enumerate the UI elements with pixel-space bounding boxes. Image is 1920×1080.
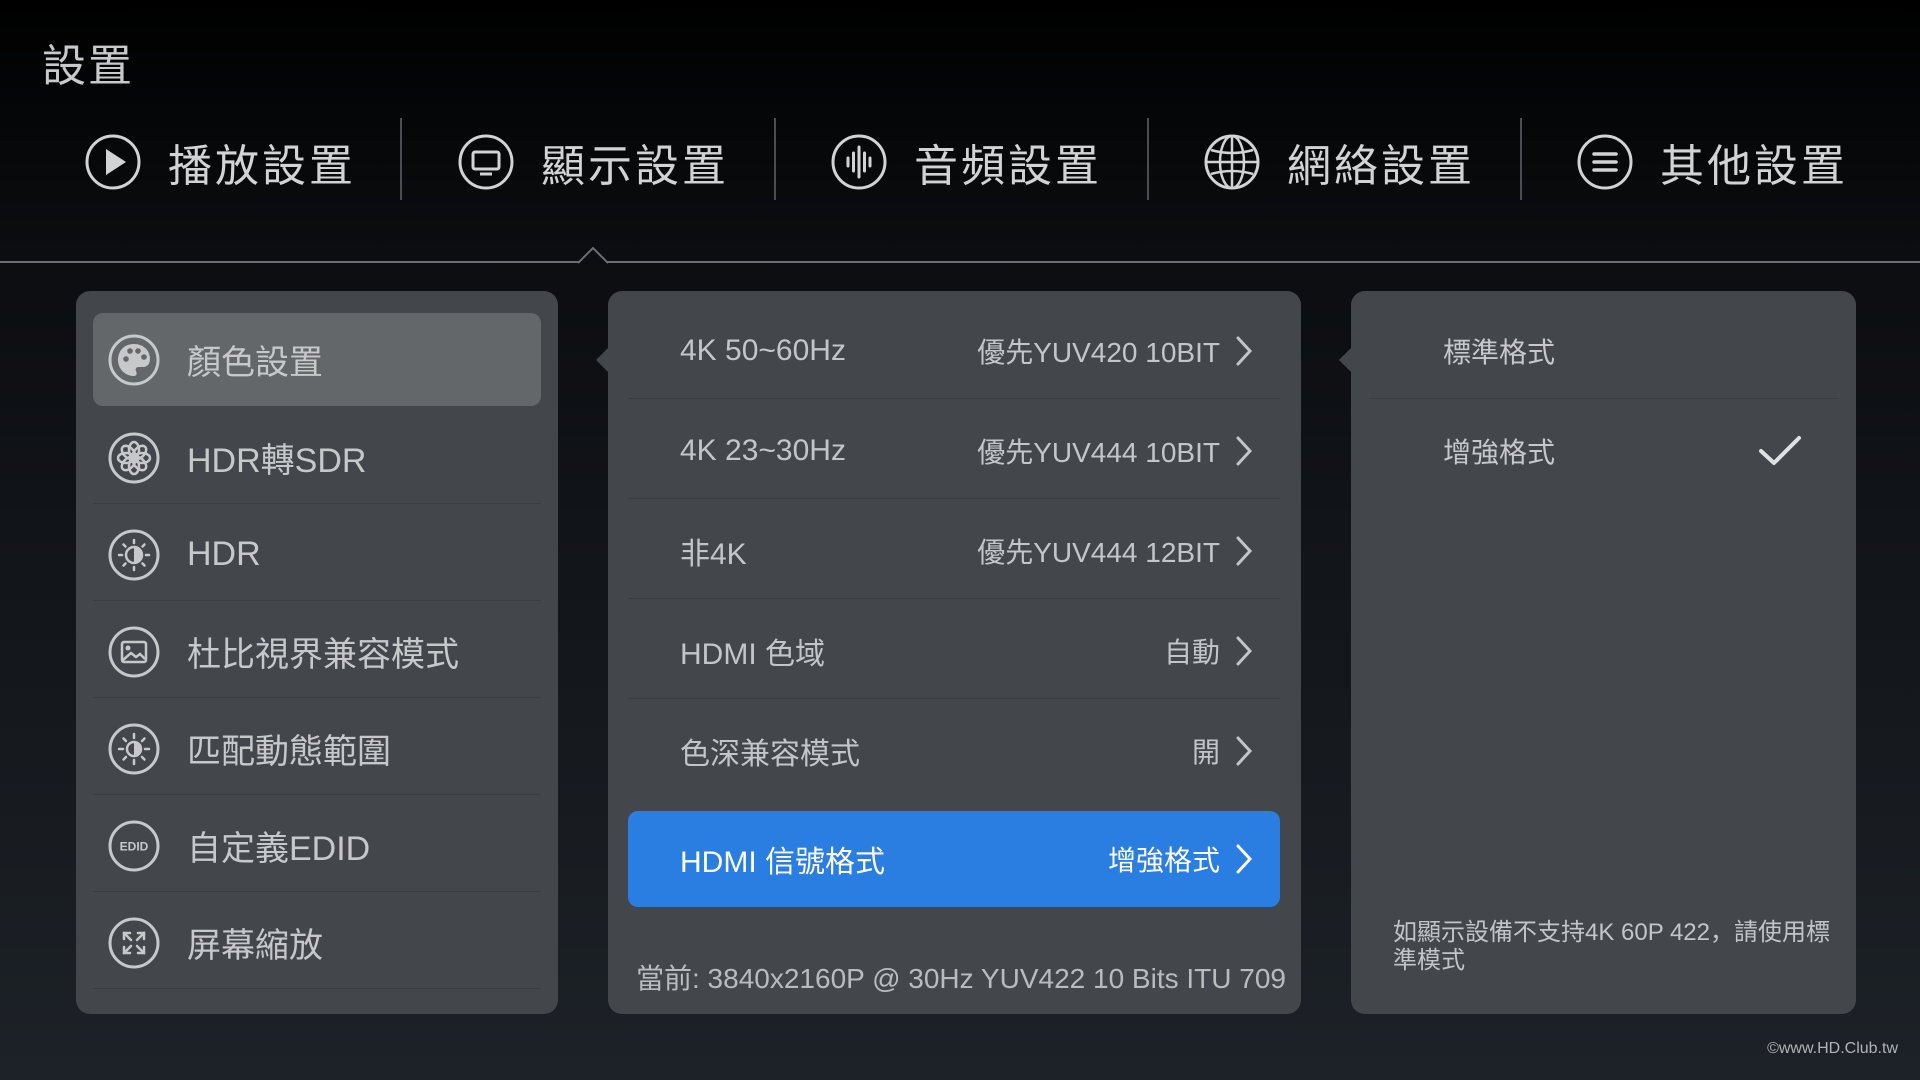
option-enhanced-format[interactable]: 增強格式 — [1369, 403, 1839, 499]
menu-item-label: 屏幕縮放 — [187, 927, 323, 965]
setting-label: 4K 23~30Hz — [680, 434, 846, 467]
color-settings-panel: 4K 50~60Hz 優先YUV420 10BIT 4K 23~30Hz 優先Y… — [608, 291, 1301, 1014]
menu-item-hdr[interactable]: HDR — [93, 508, 541, 601]
tab-divider — [774, 118, 776, 200]
divider — [93, 697, 541, 698]
current-signal-status: 當前: 3840x2160P @ 30Hz YUV422 10 Bits ITU… — [636, 963, 1286, 994]
top-tab-bar: 播放設置 顯示設置 音頻設置 網絡設置 其他設置 — [0, 118, 1920, 206]
globe-icon — [1204, 134, 1260, 190]
edid-icon: EDID — [108, 820, 160, 871]
setting-label: 非4K — [680, 538, 747, 571]
play-icon — [85, 134, 141, 190]
menu-item-match-dynamic-range[interactable]: 匹配動態範圍 — [93, 702, 541, 795]
tab-audio-settings[interactable]: 音頻設置 — [830, 118, 1102, 206]
option-standard-format[interactable]: 標準格式 — [1369, 303, 1839, 399]
chevron-right-icon — [1236, 736, 1253, 766]
menu-item-color-settings[interactable]: 顏色設置 — [93, 313, 541, 406]
setting-row-color-depth-compat[interactable]: 色深兼容模式 開 — [628, 703, 1280, 799]
watermark: ©www.HD.Club.tw — [1767, 1040, 1898, 1057]
menu-item-custom-edid[interactable]: EDID 自定義EDID — [93, 799, 541, 892]
setting-value: 開 — [1191, 737, 1220, 768]
tab-underline — [0, 261, 1920, 263]
divider — [1369, 398, 1839, 399]
divider — [93, 891, 541, 892]
setting-row-hdmi-color-gamut[interactable]: HDMI 色域 自動 — [628, 603, 1280, 699]
chevron-right-icon — [1236, 336, 1253, 366]
tab-network-settings[interactable]: 網絡設置 — [1203, 118, 1475, 206]
active-tab-caret-icon — [578, 246, 608, 264]
setting-row-4k-23-30hz[interactable]: 4K 23~30Hz 優先YUV444 10BIT — [628, 403, 1280, 499]
setting-value: 增強格式 — [1107, 845, 1220, 876]
setting-value: 自動 — [1163, 637, 1220, 668]
tab-other-settings[interactable]: 其他設置 — [1576, 118, 1848, 206]
chevron-right-icon — [1236, 636, 1253, 666]
divider — [628, 398, 1280, 399]
divider — [93, 600, 541, 601]
checkmark-icon — [1759, 436, 1801, 465]
chevron-right-icon — [1236, 844, 1253, 874]
tab-label: 顯示設置 — [541, 142, 729, 191]
left-menu-panel: 顏色設置 HDR轉SDR HDR 杜比視界兼容模式 匹配動態範圍 EDID 自定… — [76, 291, 558, 1014]
setting-label: HDMI 色域 — [680, 638, 825, 671]
menu-item-dolby-vision-compat[interactable]: 杜比視界兼容模式 — [93, 605, 541, 698]
tab-display-settings[interactable]: 顯示設置 — [457, 118, 729, 206]
menu-item-label: HDR — [187, 535, 261, 573]
setting-value: 優先YUV444 12BIT — [977, 537, 1220, 568]
tab-divider — [400, 118, 402, 200]
menu-item-screen-zoom[interactable]: 屏幕縮放 — [93, 896, 541, 989]
setting-value: 優先YUV444 10BIT — [977, 437, 1220, 468]
setting-row-4k-50-60hz[interactable]: 4K 50~60Hz 優先YUV420 10BIT — [628, 303, 1280, 399]
divider — [93, 988, 541, 989]
divider — [93, 503, 541, 504]
option-label: 增強格式 — [1443, 437, 1556, 468]
hdr-sun-icon — [108, 529, 160, 580]
setting-label: 4K 50~60Hz — [680, 334, 846, 367]
menu-item-label: 自定義EDID — [187, 830, 371, 868]
menu-item-label: HDR轉SDR — [187, 442, 367, 480]
expand-arrows-icon — [108, 917, 160, 968]
setting-label: 色深兼容模式 — [680, 738, 860, 771]
menu-item-label: 顏色設置 — [187, 344, 323, 382]
chevron-right-icon — [1236, 536, 1253, 566]
tab-label: 其他設置 — [1660, 142, 1848, 191]
menu-item-hdr-to-sdr[interactable]: HDR轉SDR — [93, 411, 541, 504]
picture-icon — [108, 626, 160, 677]
format-help-note: 如顯示設備不支持4K 60P 422，請使用標準模式 — [1393, 919, 1831, 974]
option-label: 標準格式 — [1443, 337, 1556, 368]
brightness-icon — [108, 723, 160, 774]
tab-divider — [1520, 118, 1522, 200]
setting-label: HDMI 信號格式 — [680, 846, 885, 879]
setting-value: 優先YUV420 10BIT — [977, 337, 1220, 368]
setting-row-non-4k[interactable]: 非4K 優先YUV444 12BIT — [628, 503, 1280, 599]
menu-lines-icon — [1577, 134, 1633, 190]
tab-label: 播放設置 — [168, 142, 356, 191]
chevron-right-icon — [1236, 436, 1253, 466]
divider — [628, 698, 1280, 699]
menu-item-label: 匹配動態範圍 — [187, 733, 391, 771]
tab-divider — [1147, 118, 1149, 200]
menu-item-label: 杜比視界兼容模式 — [187, 636, 459, 674]
divider — [93, 794, 541, 795]
divider — [628, 598, 1280, 599]
divider — [628, 498, 1280, 499]
palette-icon — [108, 334, 160, 385]
setting-row-hdmi-signal-format[interactable]: HDMI 信號格式 增強格式 — [628, 811, 1280, 907]
tab-label: 網絡設置 — [1287, 142, 1475, 191]
aperture-icon — [108, 432, 160, 483]
signal-format-options-panel: 標準格式 增強格式 如顯示設備不支持4K 60P 422，請使用標準模式 — [1351, 291, 1856, 1014]
audio-wave-icon — [831, 134, 887, 190]
edid-icon-text: EDID — [120, 839, 149, 853]
tab-playback-settings[interactable]: 播放設置 — [84, 118, 356, 206]
page-title: 設置 — [42, 42, 134, 91]
tab-label: 音頻設置 — [914, 142, 1102, 191]
monitor-icon — [458, 134, 514, 190]
